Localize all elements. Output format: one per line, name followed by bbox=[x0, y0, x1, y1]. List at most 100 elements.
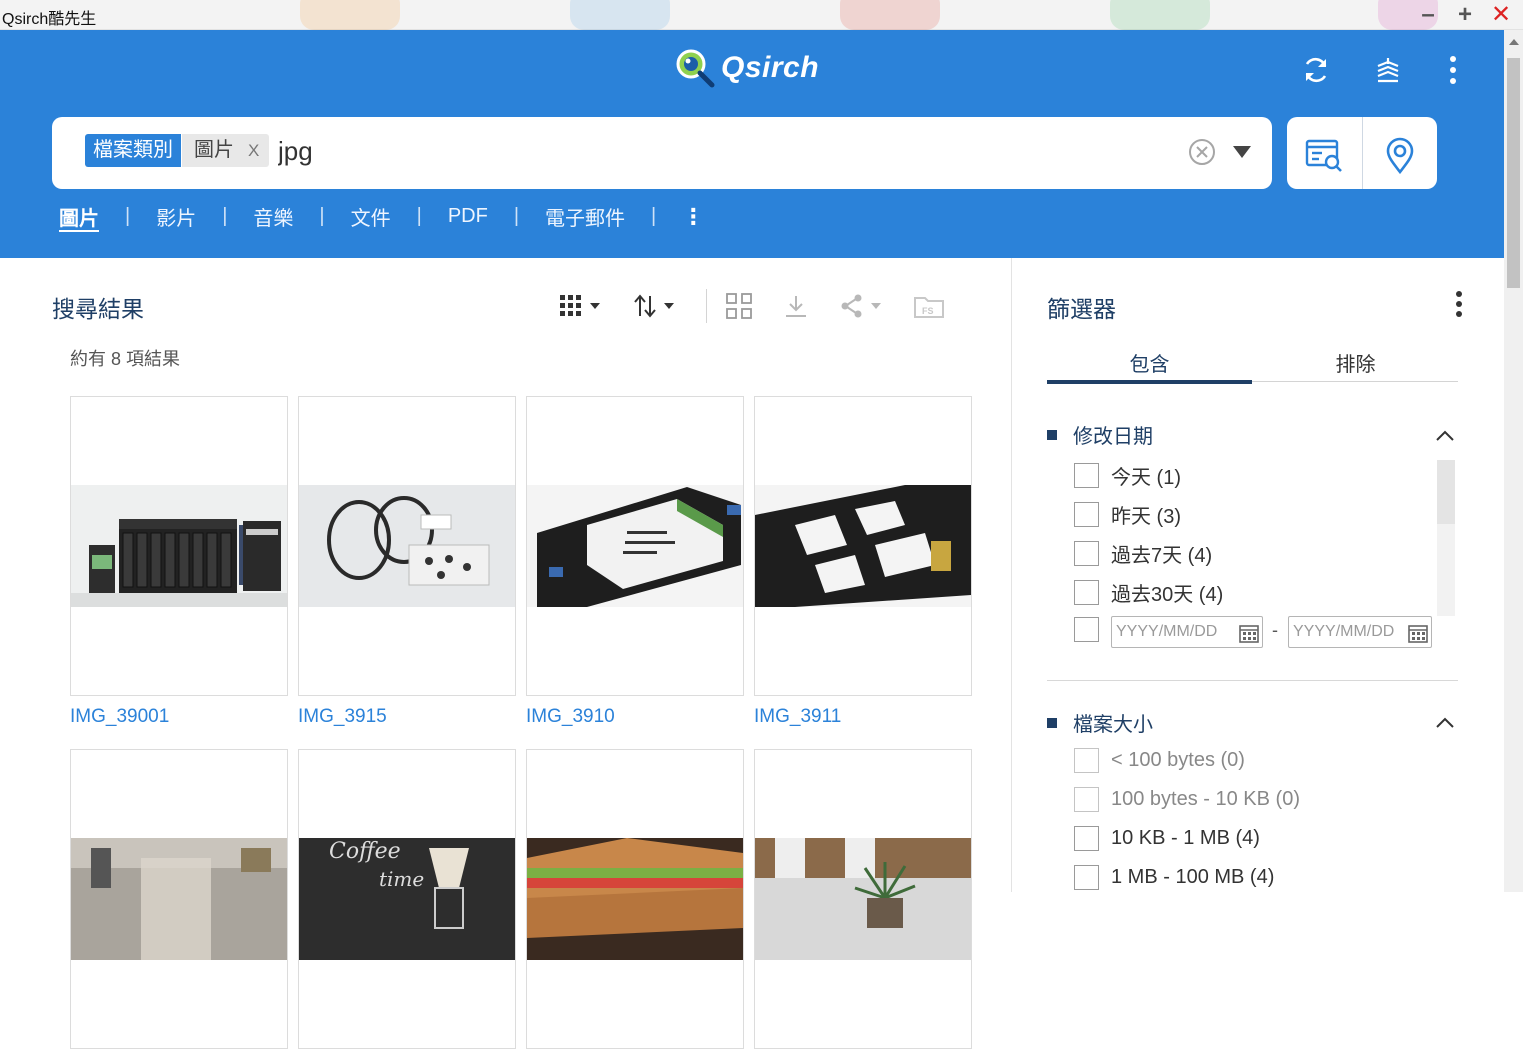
view-mode-button[interactable] bbox=[560, 295, 602, 317]
option-label: 1 MB - 100 MB (4) bbox=[1111, 866, 1275, 888]
checkbox[interactable] bbox=[1074, 541, 1099, 566]
advanced-search-button[interactable] bbox=[1304, 135, 1344, 175]
refresh-button[interactable] bbox=[1298, 52, 1334, 88]
date-range-separator: - bbox=[1272, 620, 1278, 640]
checkbox[interactable] bbox=[1074, 787, 1099, 812]
checkbox[interactable] bbox=[1074, 826, 1099, 851]
svg-text:time: time bbox=[379, 867, 424, 891]
calendar-icon[interactable] bbox=[1408, 623, 1428, 643]
result-card[interactable] bbox=[526, 749, 744, 1049]
tab-pdf[interactable]: PDF bbox=[448, 205, 488, 228]
section-divider bbox=[1047, 680, 1458, 681]
filter-chip-remove[interactable]: X bbox=[248, 141, 259, 160]
scrollbar-thumb[interactable] bbox=[1437, 460, 1455, 524]
sort-button[interactable] bbox=[632, 293, 676, 319]
options-scrollbar[interactable] bbox=[1437, 460, 1455, 616]
thumbnail-drive-in-tray[interactable] bbox=[527, 485, 743, 607]
result-card[interactable] bbox=[754, 396, 972, 696]
minimize-button[interactable]: – bbox=[1414, 2, 1442, 28]
background-decoration bbox=[570, 0, 670, 30]
option-label: 100 bytes - 10 KB (0) bbox=[1111, 788, 1300, 810]
download-button[interactable] bbox=[783, 293, 809, 319]
open-in-file-station-button[interactable]: FS bbox=[913, 293, 945, 319]
thumbnail-coffee-chalkboard[interactable]: Coffee time bbox=[299, 838, 515, 960]
result-card[interactable]: Coffee time bbox=[298, 749, 516, 1049]
calendar-icon[interactable] bbox=[1239, 623, 1259, 643]
result-card[interactable] bbox=[526, 396, 744, 696]
result-card[interactable] bbox=[70, 749, 288, 1049]
date-from-field[interactable]: YYYY/MM/DD bbox=[1111, 616, 1263, 648]
thumbnail-sandwich[interactable] bbox=[527, 838, 743, 960]
logo-text: Qsirch bbox=[721, 51, 820, 84]
window-scrollbar[interactable] bbox=[1504, 30, 1523, 892]
option-size-lt-100b[interactable]: < 100 bytes (0) bbox=[1074, 748, 1245, 773]
search-options-dropdown[interactable] bbox=[1232, 144, 1252, 160]
filter-title: 篩選器 bbox=[1047, 296, 1116, 322]
more-tabs-button[interactable]: ⋮ bbox=[682, 204, 704, 230]
tab-email[interactable]: 電子郵件 bbox=[545, 202, 625, 231]
search-location-button[interactable] bbox=[1380, 135, 1420, 175]
checkbox[interactable] bbox=[1074, 617, 1099, 642]
section-file-size[interactable]: 檔案大小 bbox=[1047, 708, 1153, 737]
task-queue-button[interactable] bbox=[1370, 52, 1406, 88]
results-toolbar: FS bbox=[560, 286, 975, 326]
close-window-button[interactable]: ✕ bbox=[1487, 2, 1515, 28]
filter-chip-value-label: 圖片 bbox=[194, 139, 234, 161]
thumbnail-plant-window[interactable] bbox=[755, 838, 971, 960]
tab-separator: | bbox=[513, 205, 520, 227]
result-name[interactable]: IMG_3911 bbox=[754, 706, 841, 728]
tab-videos[interactable]: 影片 bbox=[156, 202, 196, 231]
date-to-field[interactable]: YYYY/MM/DD bbox=[1288, 616, 1432, 648]
option-size-100b-10kb[interactable]: 100 bytes - 10 KB (0) bbox=[1074, 787, 1300, 812]
option-label: 10 KB - 1 MB (4) bbox=[1111, 827, 1260, 849]
share-button[interactable] bbox=[839, 293, 883, 319]
scroll-up-icon[interactable] bbox=[1509, 39, 1519, 45]
result-name[interactable]: IMG_3915 bbox=[298, 706, 387, 728]
result-card[interactable] bbox=[70, 396, 288, 696]
option-today[interactable]: 今天 (1) bbox=[1074, 461, 1181, 490]
result-name[interactable]: IMG_39001 bbox=[70, 706, 169, 728]
result-card[interactable] bbox=[298, 396, 516, 696]
checkbox[interactable] bbox=[1074, 502, 1099, 527]
tab-separator: | bbox=[416, 205, 422, 227]
background-decoration bbox=[1110, 0, 1210, 30]
toolbar-divider bbox=[706, 289, 707, 323]
more-menu-button[interactable] bbox=[1435, 52, 1471, 88]
thumbnail-nas-device[interactable] bbox=[71, 485, 287, 607]
advanced-search-icon bbox=[1305, 139, 1342, 172]
search-box[interactable]: 檔案類別 圖片 X bbox=[52, 117, 1272, 189]
checkbox[interactable] bbox=[1074, 748, 1099, 773]
result-name[interactable]: IMG_3910 bbox=[526, 706, 615, 728]
result-card[interactable] bbox=[754, 749, 972, 1049]
thumbnail-cafe-glass[interactable] bbox=[71, 838, 287, 960]
option-size-1mb-100mb[interactable]: 1 MB - 100 MB (4) bbox=[1074, 865, 1274, 890]
tab-music[interactable]: 音樂 bbox=[253, 202, 293, 231]
select-button[interactable] bbox=[725, 292, 753, 320]
option-custom-range[interactable] bbox=[1074, 617, 1111, 642]
scrollbar-thumb[interactable] bbox=[1507, 58, 1520, 288]
option-label: < 100 bytes (0) bbox=[1111, 749, 1245, 771]
checkbox[interactable] bbox=[1074, 463, 1099, 488]
more-vertical-icon bbox=[1456, 291, 1462, 317]
tab-exclude[interactable]: 排除 bbox=[1253, 348, 1458, 377]
filter-more-button[interactable] bbox=[1452, 290, 1466, 318]
tab-images[interactable]: 圖片 bbox=[59, 202, 99, 231]
maximize-button[interactable]: + bbox=[1451, 2, 1479, 28]
section-bullet bbox=[1047, 717, 1057, 728]
tab-include[interactable]: 包含 bbox=[1047, 348, 1252, 384]
option-size-10kb-1mb[interactable]: 10 KB - 1 MB (4) bbox=[1074, 826, 1260, 851]
option-past-7-days[interactable]: 過去7天 (4) bbox=[1074, 539, 1212, 568]
collapse-size-button[interactable] bbox=[1434, 715, 1456, 729]
checkbox[interactable] bbox=[1074, 865, 1099, 890]
option-past-30-days[interactable]: 過去30天 (4) bbox=[1074, 578, 1223, 607]
thumbnail-cables-and-screws[interactable] bbox=[299, 485, 515, 607]
search-input[interactable] bbox=[278, 131, 1158, 171]
section-modified-date[interactable]: 修改日期 bbox=[1047, 420, 1153, 449]
date-from-placeholder: YYYY/MM/DD bbox=[1116, 623, 1218, 640]
checkbox[interactable] bbox=[1074, 580, 1099, 605]
collapse-modified-button[interactable] bbox=[1434, 428, 1456, 442]
clear-search-button[interactable] bbox=[1187, 137, 1217, 167]
thumbnail-drive-tray[interactable] bbox=[755, 485, 971, 607]
tab-documents[interactable]: 文件 bbox=[351, 202, 391, 231]
option-yesterday[interactable]: 昨天 (3) bbox=[1074, 500, 1181, 529]
